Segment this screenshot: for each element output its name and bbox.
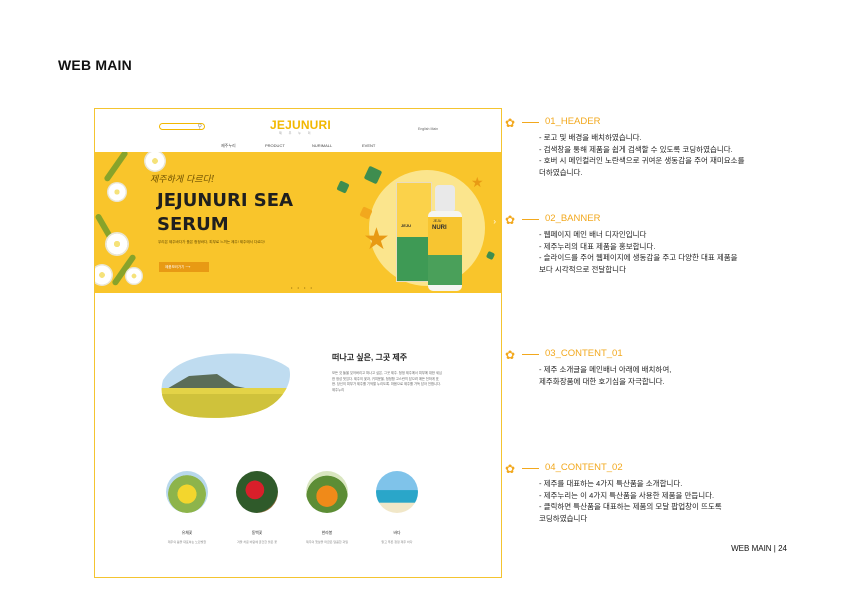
nav-item-event[interactable]: EVENT bbox=[362, 143, 375, 148]
specialty-name: 동백꽃 bbox=[251, 531, 263, 535]
banner-title-line2: SERUM bbox=[157, 214, 229, 235]
specialty-item-canola[interactable]: 유채꽃 제주의 봄을 대표하는 노란빛깔 bbox=[166, 471, 208, 544]
flower-icon: ✿ bbox=[505, 462, 516, 476]
annotation-line-text: - 제주누리는 이 4가지 특산품을 사용한 제품을 만듭니다. bbox=[539, 490, 715, 500]
confetti-icon bbox=[363, 165, 383, 185]
specialty-name: 한라봉 bbox=[321, 531, 333, 535]
annotation-line-text: - 웹페이지 메인 배너 디자인입니다 bbox=[539, 230, 647, 239]
confetti-icon bbox=[336, 180, 350, 194]
camellia-flower-image bbox=[236, 471, 278, 513]
annotation-line-text: - 제주누리의 대표 제품을 홍보합니다. bbox=[539, 241, 656, 251]
sea-image bbox=[376, 471, 418, 513]
product-box-bottom bbox=[397, 237, 431, 281]
main-banner: 제주하게 다르다! JEJUNURI SEA SERUM 우리은 제주바다가 품… bbox=[95, 152, 501, 293]
annotation-title: 03_CONTENT_01 bbox=[545, 348, 623, 359]
flower-icon bbox=[105, 232, 129, 256]
annotation-line-text: - 검색창을 통해 제품을 쉽게 검색할 수 있도록 코딩하였습니다. bbox=[539, 144, 733, 154]
specialty-name: 유채꽃 bbox=[181, 531, 193, 535]
annotation-line-text: 코딩하였습니다 bbox=[539, 513, 588, 523]
nav-item-jejunuri[interactable]: 제주누리 bbox=[221, 143, 236, 149]
banner-title-line1: JEJUNURI SEA bbox=[157, 190, 294, 211]
canola-flower-image bbox=[166, 471, 208, 513]
specialty-desc: 제주의 봄을 대표하는 노란빛깔 bbox=[167, 540, 207, 544]
view-product-button[interactable]: 제품보러가기 ⟶ bbox=[159, 262, 209, 272]
page-title: WEB MAIN bbox=[58, 57, 132, 73]
specialty-desc: 겨울 차운 바람에 굳건한 붉은 꽃 bbox=[236, 540, 278, 544]
logo[interactable]: JEJUNURI bbox=[270, 118, 331, 132]
annotation-line-text: - 제주 소개글을 메인배너 아래에 배치하여, bbox=[539, 365, 672, 374]
bottle-body: JEJU NURI bbox=[428, 211, 462, 291]
annotation-line bbox=[522, 122, 539, 123]
specialty-desc: 맑고 푸른 청정 제주 바다 bbox=[381, 540, 413, 544]
confetti-icon bbox=[485, 250, 496, 261]
annotation-line-text: 더하였습니다. bbox=[539, 167, 583, 177]
product-box-top bbox=[397, 183, 431, 238]
chevron-right-icon[interactable]: › bbox=[493, 217, 496, 226]
nav-item-nurimall[interactable]: NURIMALL bbox=[312, 143, 332, 148]
annotation-line-text: 보다 시각적으로 전달합니다 bbox=[539, 264, 626, 274]
bottle-label-top: JEJU bbox=[433, 219, 442, 223]
annotation-title: 02_BANNER bbox=[545, 213, 601, 224]
annotation-banner: ✿ 02_BANNER - 웹페이지 메인 배너 디자인입니다 - 제주누리의 … bbox=[505, 213, 738, 275]
annotation-header: ✿ 01_HEADER - 로고 및 배경을 배치하였습니다. - 검색창을 통… bbox=[505, 116, 744, 178]
logo-subtitle: 제 주 누 리 bbox=[279, 131, 314, 135]
search-input[interactable]: ⚲ bbox=[159, 123, 205, 130]
annotation-content1: ✿ 03_CONTENT_01 - 제주 소개글을 메인배너 아래에 배치하여,… bbox=[505, 348, 671, 387]
flower-icon: ✿ bbox=[505, 116, 516, 130]
product-box-label: JEJU bbox=[401, 223, 412, 228]
annotation-content2: ✿ 04_CONTENT_02 - 제주를 대표하는 4가지 특산품을 소개합니… bbox=[505, 462, 722, 524]
content1-text: 모든 것 들을 잊어버리고 떠나고 싶은, 그곳 제주. 청정 제주에서 피부에… bbox=[332, 371, 442, 392]
flower-icon bbox=[125, 267, 143, 285]
specialty-desc: 제주의 햇살을 머금은 달콤한 과일 bbox=[306, 540, 348, 544]
annotation-line-text: - 제주를 대표하는 4가지 특산품을 소개합니다. bbox=[539, 479, 683, 488]
banner-description: 우리은 제주바다가 품은 청정바다, 피부로 느끼는 제주! 제주에서 다르다! bbox=[158, 240, 265, 244]
annotation-line-text: - 로고 및 배경을 배치하였습니다. bbox=[539, 133, 642, 142]
flower-icon bbox=[107, 182, 127, 202]
starfish-icon: ★ bbox=[363, 223, 390, 256]
annotation-line-text: - 슬라이드를 주어 웹페이지에 생동감을 주고 다양한 대표 제품을 bbox=[539, 253, 738, 262]
starfish-icon: ★ bbox=[471, 174, 484, 190]
leaf-decoration bbox=[103, 152, 129, 183]
flower-icon bbox=[95, 264, 113, 286]
mockup-header: ⚲ JEJUNURI 제 주 누 리 English Main 제주누리 PRO… bbox=[95, 109, 501, 149]
specialty-item-hallabong[interactable]: 한라봉 제주의 햇살을 머금은 달콤한 과일 bbox=[306, 471, 348, 544]
annotation-line bbox=[522, 219, 539, 220]
product-box: JEJU bbox=[396, 182, 432, 282]
page-number-label: WEB MAIN | 24 bbox=[731, 544, 787, 553]
util-links[interactable]: English Main bbox=[418, 127, 438, 131]
nav-item-product[interactable]: PRODUCT bbox=[265, 143, 285, 148]
product-bottle: JEJU NURI bbox=[428, 185, 462, 291]
hallabong-image bbox=[306, 471, 348, 513]
flower-icon: ✿ bbox=[505, 213, 516, 227]
flower-icon: ✿ bbox=[505, 348, 516, 362]
annotation-line-text: 제주화장품에 대한 호기심을 자극합니다. bbox=[539, 376, 665, 386]
annotation-line-text: - 호버 시 메인컬러인 노란색으로 귀여운 생동감을 주어 재미요소를 bbox=[539, 156, 745, 165]
annotation-line bbox=[522, 468, 539, 469]
annotation-title: 01_HEADER bbox=[545, 116, 601, 127]
slide-indicator[interactable]: • • • • bbox=[291, 285, 314, 290]
bottle-label-green bbox=[428, 255, 462, 285]
banner-script-text: 제주하게 다르다! bbox=[150, 175, 215, 185]
flower-icon bbox=[144, 152, 166, 172]
website-mockup: ⚲ JEJUNURI 제 주 누 리 English Main 제주누리 PRO… bbox=[94, 108, 502, 578]
annotation-line-text: - 클릭하면 특산품을 대표하는 제품의 모달 팝업창이 뜨도록 bbox=[539, 502, 722, 511]
search-icon[interactable]: ⚲ bbox=[198, 123, 202, 130]
specialty-item-camellia[interactable]: 동백꽃 겨울 차운 바람에 굳건한 붉은 꽃 bbox=[236, 471, 278, 544]
annotation-title: 04_CONTENT_02 bbox=[545, 462, 623, 473]
annotation-line bbox=[522, 354, 539, 355]
main-nav: 제주누리 PRODUCT NURIMALL EVENT bbox=[95, 143, 501, 151]
specialty-name: 바다 bbox=[393, 531, 401, 535]
specialty-item-sea[interactable]: 바다 맑고 푸른 청정 제주 바다 bbox=[376, 471, 418, 544]
bottle-label: NURI bbox=[432, 225, 447, 231]
content1-title: 떠나고 싶은, 그곳 제주 bbox=[332, 353, 408, 362]
jeju-island-image bbox=[161, 353, 291, 418]
bottle-cap bbox=[435, 185, 455, 211]
banner-title: JEJUNURI SEA SERUM bbox=[157, 189, 293, 237]
